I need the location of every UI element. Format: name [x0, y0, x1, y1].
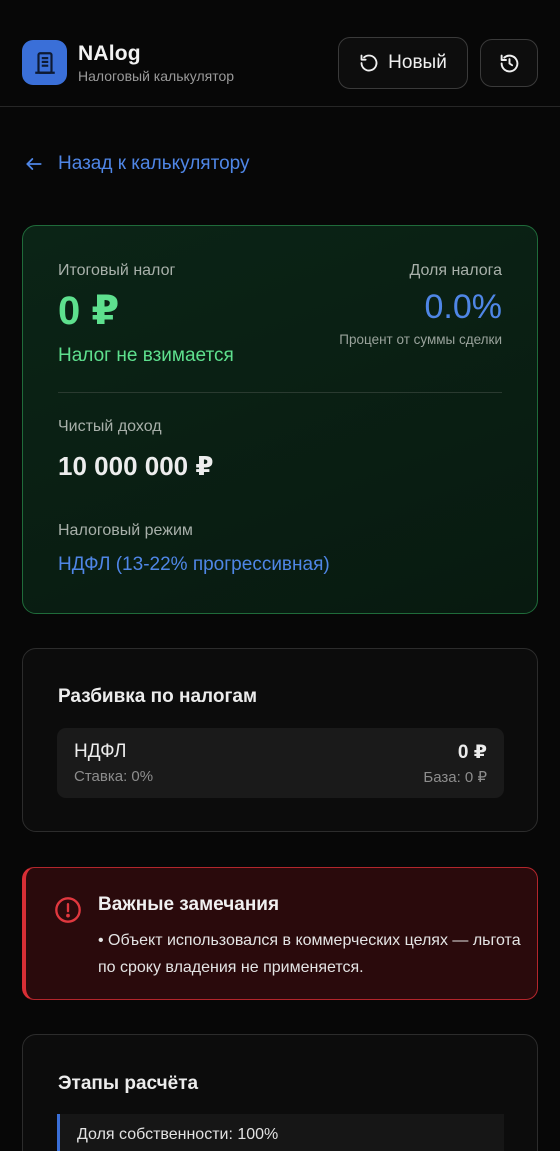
app-name: NAlog: [78, 42, 141, 65]
net-income-label: Чистый доход: [58, 418, 162, 435]
tax-regime-label: Налоговый режим: [58, 522, 193, 539]
back-to-calculator-link[interactable]: Назад к калькулятору: [24, 153, 249, 175]
net-income-value: 10 000 000 ₽: [58, 451, 214, 481]
tax-breakdown-card: Разбивка по налогам НДФЛ Ставка: 0% 0 ₽ …: [22, 648, 538, 832]
new-button-label: Новый: [388, 52, 447, 73]
tax-base: База: 0 ₽: [423, 769, 487, 786]
alert-circle-icon: [55, 897, 81, 923]
back-link-label: Назад к калькулятору: [58, 153, 250, 174]
tax-amount: 0 ₽: [457, 742, 487, 763]
calculation-steps-card: Этапы расчёта Доля собственности: 100%: [22, 1034, 538, 1151]
app-subtitle: Налоговый калькулятор: [78, 68, 235, 84]
app-logo: [22, 40, 67, 85]
tax-regime-value: НДФЛ (13-22% прогрессивная): [58, 554, 330, 575]
new-calculation-button[interactable]: Новый: [338, 37, 468, 89]
building-icon: [34, 51, 55, 74]
tax-breakdown-row: НДФЛ Ставка: 0% 0 ₽ База: 0 ₽: [57, 728, 504, 798]
important-notes-title: Важные замечания: [98, 894, 280, 915]
important-notes-card: Важные замечания • Объект использовался …: [22, 867, 538, 1000]
history-icon: [500, 54, 518, 72]
result-divider: [58, 392, 502, 393]
tax-share-value: 0.0%: [424, 288, 503, 326]
arrow-left-icon: [26, 158, 42, 170]
refresh-icon: [360, 54, 378, 72]
calculation-step-text: Доля собственности: 100%: [77, 1126, 279, 1143]
total-tax-value: 0 ₽: [58, 289, 120, 333]
important-note-item: • Объект использовался в коммерческих це…: [98, 932, 521, 976]
app-header: NAlog Налоговый калькулятор Новый: [0, 0, 560, 107]
tax-share-note: Процент от суммы сделки: [339, 332, 502, 347]
history-button[interactable]: [480, 39, 538, 87]
total-tax-label: Итоговый налог: [58, 262, 176, 279]
result-card: Итоговый налог 0 ₽ Налог не взимается До…: [22, 225, 538, 614]
total-tax-note: Налог не взимается: [58, 345, 234, 366]
tax-name: НДФЛ: [74, 741, 127, 762]
tax-rate: Ставка: 0%: [74, 768, 154, 785]
breakdown-title: Разбивка по налогам: [58, 686, 258, 707]
calculation-steps-title: Этапы расчёта: [58, 1073, 199, 1094]
calculation-step: Доля собственности: 100%: [57, 1114, 504, 1151]
tax-share-label: Доля налога: [409, 262, 502, 279]
